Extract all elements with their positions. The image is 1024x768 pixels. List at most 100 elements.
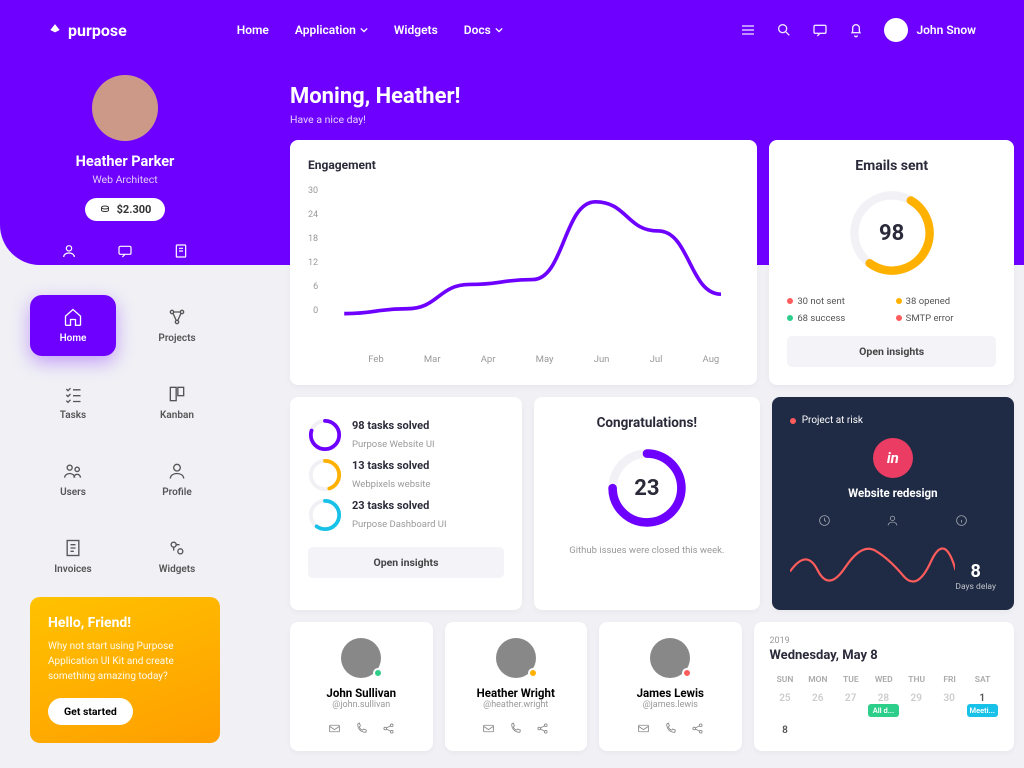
calendar-day[interactable]: 26 (802, 693, 833, 717)
phone-icon[interactable] (664, 722, 677, 735)
calendar-day[interactable] (901, 725, 932, 736)
widgets-icon (167, 538, 187, 558)
nav-widgets[interactable]: Widgets (394, 23, 438, 37)
task-item[interactable]: 98 tasks solvedPurpose Website UI (308, 415, 504, 455)
home-icon (63, 307, 83, 327)
greeting-sub: Have a nice day! (290, 113, 1014, 126)
sidebar-invoices[interactable]: Invoices (30, 526, 116, 587)
delay-label: Days delay (955, 582, 996, 592)
sidebar-users[interactable]: Users (30, 449, 116, 510)
get-started-button[interactable]: Get started (48, 698, 133, 725)
person-handle: @heather.wright (457, 700, 576, 710)
calendar-day[interactable]: 28All d... (868, 693, 899, 717)
message-icon[interactable] (117, 243, 133, 259)
engagement-chart (326, 186, 739, 344)
risk-tag: Project at risk (790, 415, 996, 426)
sidebar-widgets[interactable]: Widgets (134, 526, 220, 587)
emails-title: Emails sent (787, 158, 996, 174)
share-icon[interactable] (536, 722, 549, 735)
bell-icon[interactable] (848, 22, 864, 38)
promo-text: Why not start using Purpose Application … (48, 639, 202, 684)
profile-avatar[interactable] (92, 75, 158, 141)
phone-icon[interactable] (509, 722, 522, 735)
tasks-icon (63, 384, 83, 404)
task-item[interactable]: 23 tasks solvedPurpose Dashboard UI (308, 495, 504, 535)
mail-icon[interactable] (637, 722, 650, 735)
risk-card: Project at risk in Website redesign 8 Da… (772, 397, 1014, 610)
email-stat: 38 opened (896, 296, 996, 307)
sidebar-profile[interactable]: Profile (134, 449, 220, 510)
avatar[interactable] (341, 638, 381, 678)
calendar-card: 2019 Wednesday, May 8 SUNMONTUEWEDTHUFRI… (754, 622, 1015, 751)
congrats-sub: Github issues were closed this week. (552, 545, 742, 556)
share-icon[interactable] (691, 722, 704, 735)
person-name: James Lewis (611, 686, 730, 700)
project-logo: in (873, 438, 913, 478)
email-stat: 30 not sent (787, 296, 887, 307)
person-name: Heather Wright (457, 686, 576, 700)
sidebar-home[interactable]: Home (30, 295, 116, 356)
brand-name: purpose (68, 21, 127, 40)
nav-docs[interactable]: Docs (464, 23, 503, 37)
task-item[interactable]: 13 tasks solvedWebpixels website (308, 455, 504, 495)
calendar-day[interactable] (835, 725, 866, 736)
user-icon[interactable] (61, 243, 77, 259)
document-icon[interactable] (173, 243, 189, 259)
tasks-card: 98 tasks solvedPurpose Website UI13 task… (290, 397, 522, 610)
person-card: John Sullivan@john.sullivan (290, 622, 433, 751)
person-name: John Sullivan (302, 686, 421, 700)
wallet-chip[interactable]: $2.300 (85, 198, 166, 221)
person-handle: @james.lewis (611, 700, 730, 710)
calendar-day[interactable] (934, 725, 965, 736)
avatar[interactable] (650, 638, 690, 678)
emails-card: Emails sent 98 30 not sent38 opened68 su… (769, 140, 1014, 385)
chat-icon[interactable] (812, 22, 828, 38)
mail-icon[interactable] (328, 722, 341, 735)
phone-icon[interactable] (355, 722, 368, 735)
chevron-down-icon (360, 26, 368, 34)
user-name: John Snow (916, 23, 976, 37)
user-menu[interactable]: John Snow (884, 18, 976, 42)
calendar-day[interactable]: 27 (835, 693, 866, 717)
calendar-date: Wednesday, May 8 (770, 648, 999, 663)
calendar-day[interactable]: 30 (934, 693, 965, 717)
sidebar-tasks[interactable]: Tasks (30, 372, 116, 433)
email-stat: SMTP error (896, 313, 996, 324)
projects-icon (167, 307, 187, 327)
risk-name: Website redesign (790, 486, 996, 500)
brand-logo[interactable]: purpose (48, 21, 127, 40)
calendar-day[interactable]: 25 (770, 693, 801, 717)
delay-count: 8 (955, 561, 996, 582)
greeting-title: Moning, Heather! (290, 84, 1014, 109)
calendar-day[interactable]: 1Meeti... (967, 693, 999, 717)
calendar-day[interactable]: 8 (770, 725, 801, 736)
congrats-title: Congratulations! (552, 415, 742, 431)
tasks-insights-button[interactable]: Open insights (308, 547, 504, 578)
nav-home[interactable]: Home (237, 23, 269, 37)
calendar-day[interactable] (802, 725, 833, 736)
avatar[interactable] (496, 638, 536, 678)
clock-icon[interactable] (818, 514, 831, 527)
kanban-icon (167, 384, 187, 404)
sidebar-projects[interactable]: Projects (134, 295, 220, 356)
emails-insights-button[interactable]: Open insights (787, 336, 996, 367)
calendar-day[interactable]: 29 (901, 693, 932, 717)
nav-application[interactable]: Application (295, 23, 368, 37)
invoices-icon (63, 538, 83, 558)
share-icon[interactable] (382, 722, 395, 735)
email-stat: 68 success (787, 313, 887, 324)
search-icon[interactable] (776, 22, 792, 38)
profile-role: Web Architect (92, 173, 157, 186)
user-icon[interactable] (886, 514, 899, 527)
coins-icon (99, 204, 111, 216)
mail-icon[interactable] (482, 722, 495, 735)
person-handle: @john.sullivan (302, 700, 421, 710)
users-icon (63, 461, 83, 481)
sidebar-kanban[interactable]: Kanban (134, 372, 220, 433)
calendar-day[interactable] (967, 725, 998, 736)
promo-title: Hello, Friend! (48, 615, 202, 631)
promo-card: Hello, Friend! Why not start using Purpo… (30, 597, 220, 743)
calendar-day[interactable] (868, 725, 899, 736)
menu-icon[interactable] (740, 22, 756, 38)
info-icon[interactable] (955, 514, 968, 527)
